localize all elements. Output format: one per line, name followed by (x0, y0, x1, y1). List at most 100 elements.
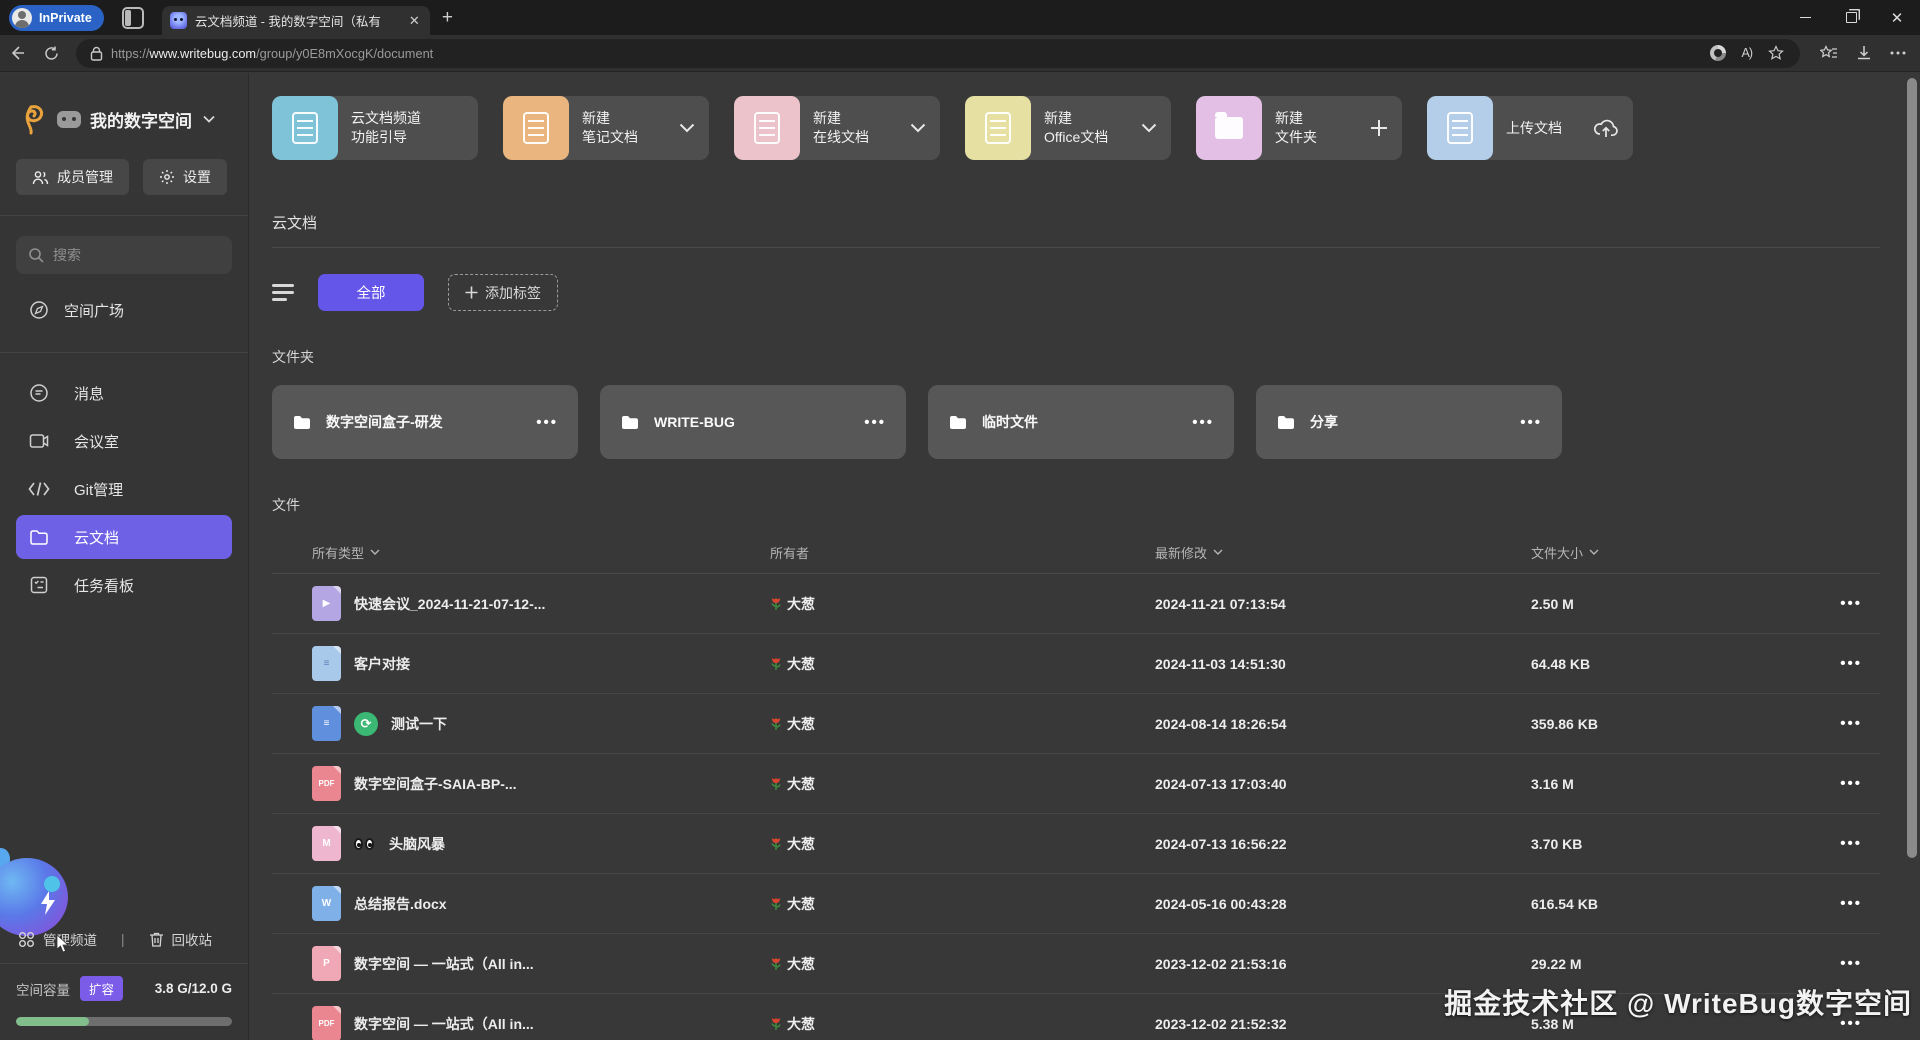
main-content: 云文档频道 功能引导 新建 笔记文档 新建 在线文档 (249, 73, 1920, 1040)
tab-activity-icon[interactable] (122, 7, 144, 29)
file-name: 数字空间 — 一站式（All in... (354, 954, 534, 974)
column-header-type[interactable]: 所有类型 (312, 543, 770, 562)
new-office-doc-button[interactable]: 新建 Office文档 (965, 96, 1171, 160)
modified-date: 2024-11-03 14:51:30 (1155, 656, 1531, 672)
file-name: 数字空间 — 一站式（All in... (354, 1014, 534, 1034)
favorites-list-icon[interactable] (1820, 45, 1838, 61)
folder-menu-icon[interactable]: ••• (1520, 414, 1542, 431)
search-box[interactable] (16, 236, 232, 274)
row-menu-icon[interactable]: ••• (1820, 955, 1880, 972)
action-label: 新建 (813, 109, 869, 128)
page-title: 云文档 (272, 212, 1880, 233)
expand-capacity-button[interactable]: 扩容 (80, 976, 123, 1001)
back-button[interactable] (0, 38, 34, 68)
browser-menu-icon[interactable] (1890, 51, 1906, 55)
folder-menu-icon[interactable]: ••• (536, 414, 558, 431)
row-menu-icon[interactable]: ••• (1820, 655, 1880, 672)
note-doc-icon (503, 96, 569, 160)
edge-logo-icon[interactable] (1710, 45, 1726, 61)
table-row[interactable]: PDF 数字空间盒子-SAIA-BP-... 大葱 2024-07-13 17:… (272, 754, 1880, 814)
office-doc-icon (965, 96, 1031, 160)
search-input[interactable] (53, 247, 203, 263)
folder-menu-icon[interactable]: ••• (864, 414, 886, 431)
row-menu-icon[interactable]: ••• (1820, 895, 1880, 912)
upload-cloud-icon[interactable] (1593, 118, 1633, 138)
file-size: 359.86 KB (1531, 716, 1820, 732)
new-online-doc-button[interactable]: 新建 在线文档 (734, 96, 940, 160)
plus-icon[interactable] (1370, 119, 1402, 137)
folder-card[interactable]: 分享 ••• (1256, 385, 1562, 459)
new-folder-button[interactable]: 新建 文件夹 (1196, 96, 1402, 160)
lock-icon[interactable] (90, 46, 103, 61)
action-label: 上传文档 (1506, 119, 1562, 138)
file-name: 总结报告.docx (354, 894, 447, 914)
writebug-logo-icon (16, 103, 46, 135)
sidebar-item-meeting-room[interactable]: 会议室 (16, 419, 232, 463)
add-tag-button[interactable]: 添加标签 (448, 274, 558, 311)
filter-all-button[interactable]: 全部 (318, 274, 424, 311)
active-tab[interactable]: 云文档频道 - 我的数字空间（私有 ✕ (162, 6, 430, 35)
folder-menu-icon[interactable]: ••• (1192, 414, 1214, 431)
row-menu-icon[interactable]: ••• (1820, 835, 1880, 852)
table-row[interactable]: M 头脑风暴 大葱 2024-07-13 16:56:22 3.70 KB ••… (272, 814, 1880, 874)
file-size: 3.16 M (1531, 776, 1820, 792)
folder-name: 临时文件 (982, 412, 1038, 432)
cloud-doc-guide-button[interactable]: 云文档频道 功能引导 (272, 96, 478, 160)
folder-name: WRITE-BUG (654, 414, 735, 430)
workspace-switcher[interactable]: 我的数字空间 (16, 103, 232, 135)
row-menu-icon[interactable]: ••• (1820, 595, 1880, 612)
folder-card[interactable]: 临时文件 ••• (928, 385, 1234, 459)
recycle-bin-button[interactable]: 回收站 (149, 929, 213, 949)
row-menu-icon[interactable]: ••• (1820, 775, 1880, 792)
owner-avatar-icon (770, 656, 782, 672)
address-bar[interactable]: https://www.writebug.com/group/y0E8mXocg… (76, 39, 1800, 68)
table-row[interactable]: ≡ ⟳ 测试一下 大葱 2024-08-14 18:26:54 359.86 K… (272, 694, 1880, 754)
owner-avatar-icon (770, 956, 782, 972)
sidebar-item-cloud-docs[interactable]: 云文档 (16, 515, 232, 559)
doc-file-icon: ≡ (312, 706, 341, 741)
chevron-down-icon[interactable] (679, 123, 709, 133)
tab-close-icon[interactable]: ✕ (407, 13, 422, 29)
column-header-modified[interactable]: 最新修改 (1155, 543, 1531, 562)
sidebar: 我的数字空间 成员管理 设置 空间广场 (0, 73, 249, 1040)
column-header-owner[interactable]: 所有者 (770, 543, 1155, 562)
mouse-cursor (56, 934, 71, 954)
row-menu-icon[interactable]: ••• (1820, 715, 1880, 732)
window-minimize-button[interactable] (1782, 0, 1828, 35)
url-text[interactable]: https://www.writebug.com/group/y0E8mXocg… (111, 46, 1710, 61)
read-aloud-icon[interactable]: A) (1742, 46, 1753, 60)
table-row[interactable]: ≡ 客户对接 大葱 2024-11-03 14:51:30 64.48 KB •… (272, 634, 1880, 694)
inprivate-badge[interactable]: InPrivate (9, 5, 104, 31)
new-note-doc-button[interactable]: 新建 笔记文档 (503, 96, 709, 160)
column-header-size[interactable]: 文件大小 (1531, 543, 1820, 562)
chevron-down-icon[interactable] (1141, 123, 1171, 133)
folder-icon (948, 414, 968, 431)
action-label: 文件夹 (1275, 128, 1317, 147)
sidebar-item-messages[interactable]: 消息 (16, 371, 232, 415)
member-management-button[interactable]: 成员管理 (16, 159, 129, 195)
page-scrollbar[interactable] (1907, 78, 1917, 858)
favorite-star-icon[interactable] (1768, 45, 1784, 61)
file-size: 29.22 M (1531, 956, 1820, 972)
recycle-bin-label: 回收站 (172, 929, 213, 949)
file-size: 64.48 KB (1531, 656, 1820, 672)
folder-card[interactable]: 数字空间盒子-研发 ••• (272, 385, 578, 459)
sidebar-item-git[interactable]: Git管理 (16, 467, 232, 511)
file-name: 测试一下 (391, 714, 447, 734)
refresh-button[interactable] (34, 38, 68, 68)
table-row[interactable]: W 总结报告.docx 大葱 2024-05-16 00:43:28 616.5… (272, 874, 1880, 934)
kanban-icon (28, 576, 50, 594)
table-row[interactable]: ▶ 快速会议_2024-11-21-07-12-... 大葱 2024-11-2… (272, 574, 1880, 634)
upload-doc-button[interactable]: 上传文档 (1427, 96, 1633, 160)
window-restore-button[interactable] (1828, 0, 1874, 35)
chevron-down-icon[interactable] (910, 123, 940, 133)
new-tab-button[interactable]: + (442, 7, 453, 29)
file-size: 3.70 KB (1531, 836, 1820, 852)
settings-button[interactable]: 设置 (143, 159, 227, 195)
sidebar-item-kanban[interactable]: 任务看板 (16, 563, 232, 607)
view-list-icon[interactable] (272, 280, 294, 306)
sidebar-item-plaza[interactable]: 空间广场 (16, 288, 232, 332)
folder-card[interactable]: WRITE-BUG ••• (600, 385, 906, 459)
downloads-icon[interactable] (1856, 45, 1872, 61)
window-close-button[interactable]: ✕ (1874, 0, 1920, 35)
